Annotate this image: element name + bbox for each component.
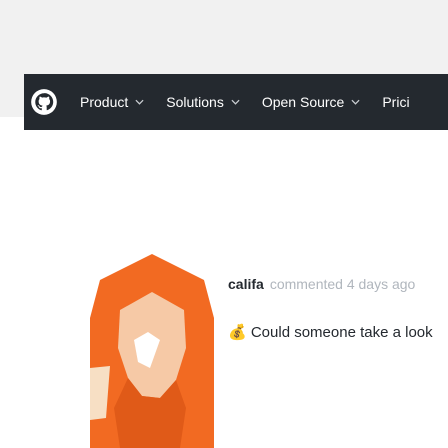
nav-solutions[interactable]: Solutions — [166, 94, 240, 110]
github-logo-icon[interactable] — [30, 88, 58, 116]
comment-body: 💰 Could someone take a look — [228, 324, 433, 341]
nav-open-source[interactable]: Open Source — [262, 94, 361, 110]
comment-header: califa commented 4 days ago — [228, 276, 415, 292]
avatar[interactable] — [90, 248, 214, 448]
chevron-down-icon — [135, 99, 144, 105]
nav-solutions-label: Solutions — [166, 94, 224, 110]
nav-open-source-label: Open Source — [261, 94, 345, 110]
comment-author[interactable]: califa — [228, 276, 264, 292]
nav-product-label: Product — [80, 94, 129, 110]
nav-pricing[interactable]: Prici — [382, 94, 409, 110]
chevron-down-icon — [231, 99, 240, 105]
main-nav: Product Solutions Open Source Prici — [80, 74, 410, 130]
comment-timestamp[interactable]: commented 4 days ago — [270, 276, 416, 292]
nav-product[interactable]: Product — [80, 94, 144, 110]
chevron-down-icon — [351, 99, 360, 105]
nav-pricing-label: Prici — [382, 94, 410, 110]
github-navbar: Product Solutions Open Source Prici — [24, 74, 448, 130]
